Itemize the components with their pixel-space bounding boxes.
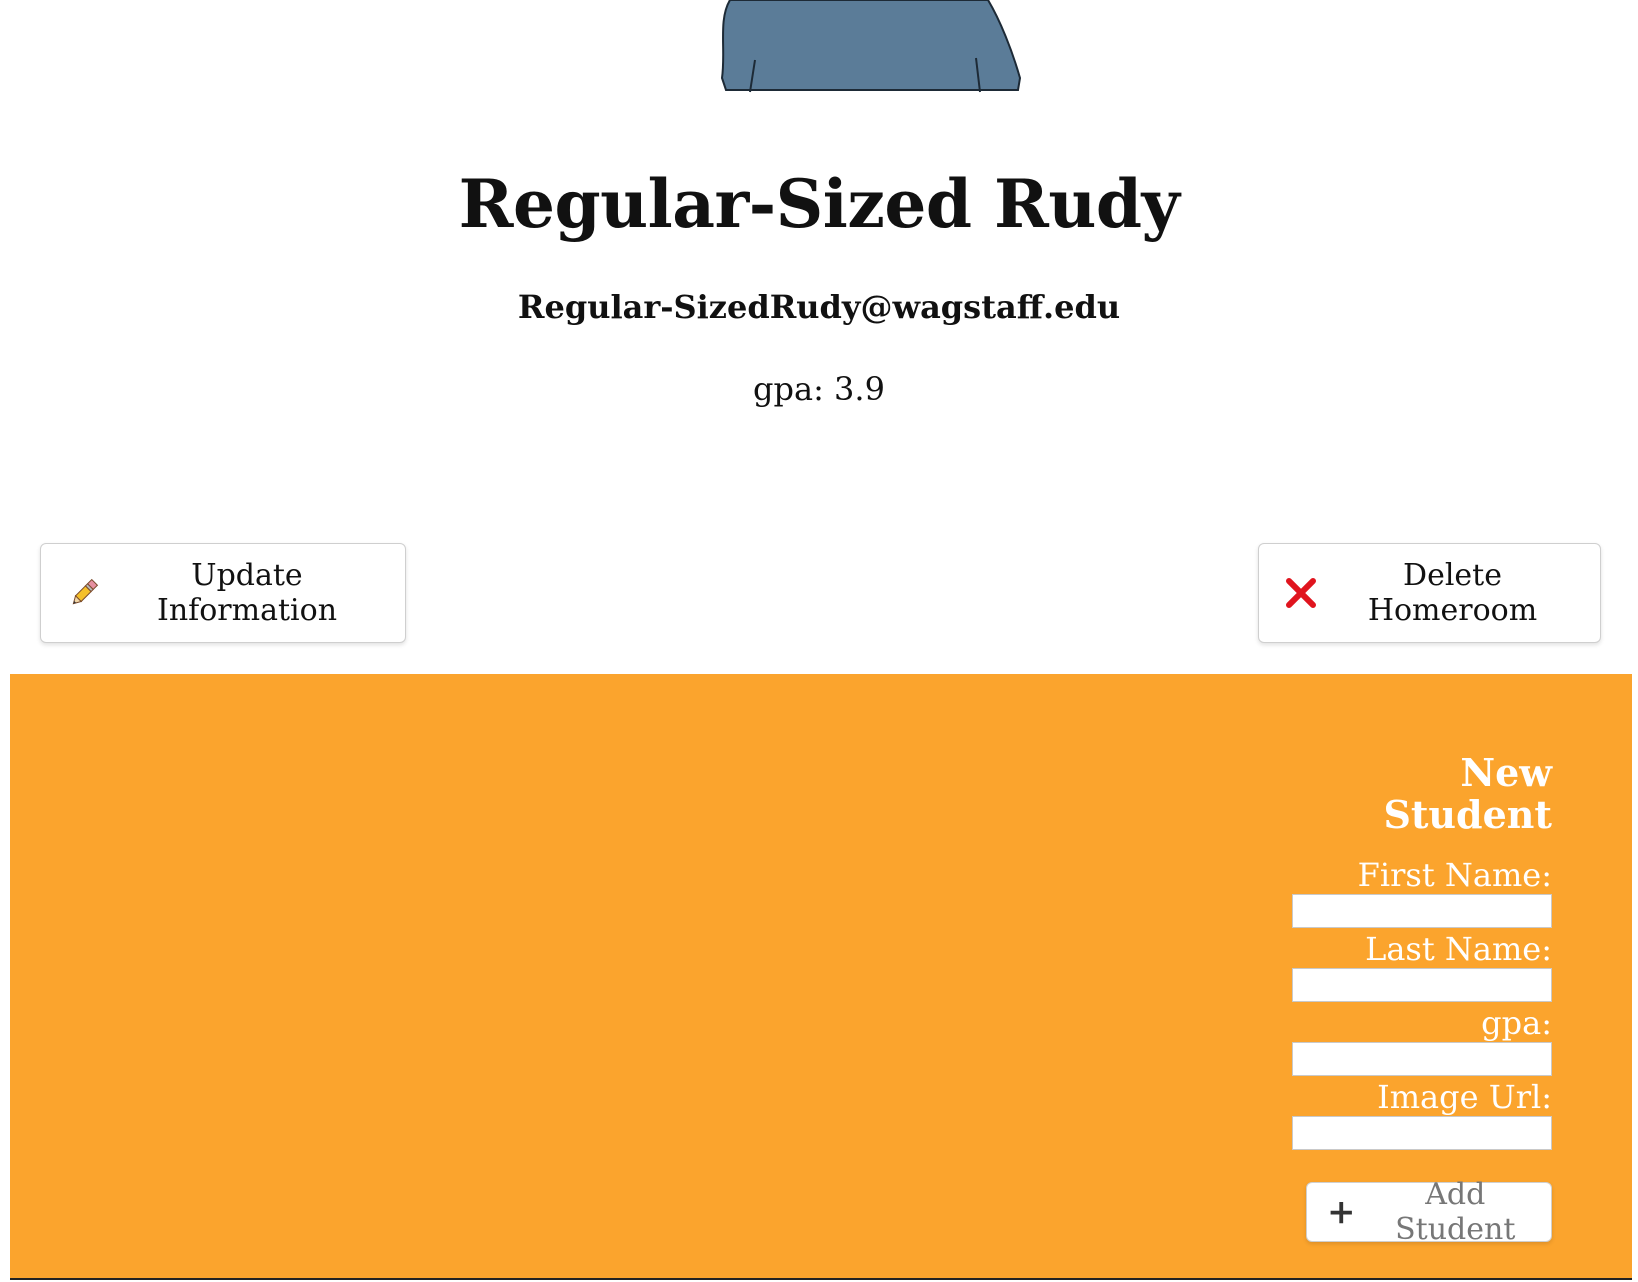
new-student-panel: New Student First Name: Last Name: gpa: …	[10, 674, 1632, 1280]
student-gpa: gpa: 3.9	[0, 370, 1638, 408]
student-name: Regular-Sized Rudy	[458, 165, 1180, 243]
last-name-label: Last Name:	[1365, 929, 1552, 968]
first-name-input[interactable]	[1292, 893, 1552, 928]
plus-icon: +	[1327, 1192, 1356, 1232]
gpa-label: gpa:	[753, 370, 824, 408]
new-student-form: New Student First Name: Last Name: gpa: …	[1282, 752, 1552, 1152]
avatar-image	[720, 0, 1022, 93]
page: Regular-Sized Rudy Regular-SizedRudy@wag…	[0, 0, 1638, 1282]
delete-homeroom-label: Delete Homeroom	[1367, 558, 1538, 628]
image-url-input[interactable]	[1292, 1115, 1552, 1150]
image-url-label: Image Url:	[1377, 1077, 1552, 1116]
student-email: Regular-SizedRudy@wagstaff.edu	[517, 288, 1121, 326]
add-student-button[interactable]: + Add Student	[1306, 1177, 1552, 1247]
avatar	[700, 0, 1030, 95]
gpa-field-label: gpa:	[1481, 1003, 1552, 1042]
form-title: New Student	[1383, 750, 1552, 837]
gpa-value: 3.9	[834, 370, 885, 408]
add-student-label: Add Student	[1395, 1177, 1516, 1247]
pencil-icon	[67, 575, 101, 611]
update-information-label: Update Information	[156, 558, 338, 628]
delete-homeroom-button[interactable]: Delete Homeroom	[1258, 543, 1601, 643]
update-information-button[interactable]: Update Information	[40, 543, 406, 643]
gpa-input[interactable]	[1292, 1041, 1552, 1076]
close-icon	[1285, 575, 1317, 611]
first-name-label: First Name:	[1357, 855, 1552, 894]
last-name-input[interactable]	[1292, 967, 1552, 1002]
